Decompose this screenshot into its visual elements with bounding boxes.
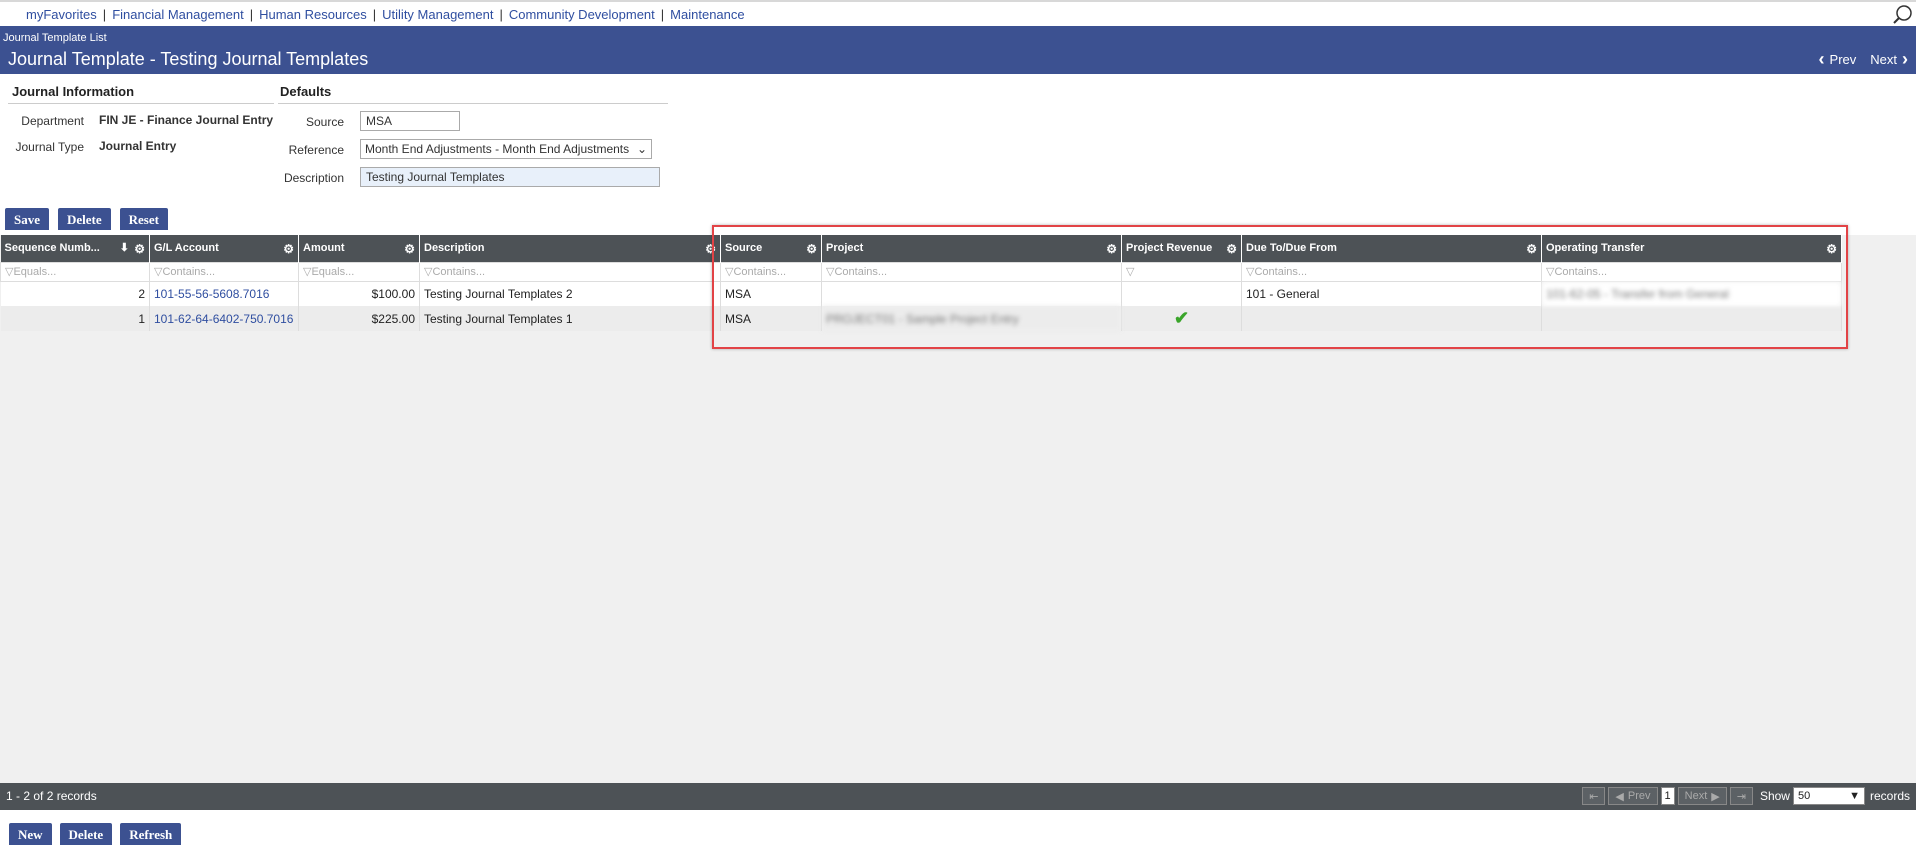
records-label: records [1869,789,1910,803]
highlight-box [712,225,1848,349]
cell-description: Testing Journal Templates 2 [419,281,721,306]
nav-myfavorites[interactable]: myFavorites [26,7,97,22]
cell-gl-account[interactable]: 101-62-64-6402-750.7016 [149,306,299,331]
cell-description: Testing Journal Templates 1 [419,306,721,331]
cell-gl-account[interactable]: 101-55-56-5608.7016 [149,281,299,306]
description-input[interactable]: Testing Journal Templates [360,167,660,187]
record-count: 1 - 2 of 2 records [6,789,97,803]
chevron-down-icon: ⌄ [636,142,647,156]
cell-sequence: 2 [0,281,150,306]
nav-maintenance[interactable]: Maintenance [670,7,744,22]
filter-amount[interactable]: ▽Equals... [298,261,420,282]
gear-icon[interactable]: ⚙ [134,242,145,256]
nav-community-development[interactable]: Community Development [509,7,655,22]
new-button[interactable]: New [9,823,52,845]
nav-financial-management[interactable]: Financial Management [112,7,244,22]
refresh-button[interactable]: Refresh [120,823,182,845]
gear-icon[interactable]: ⚙ [404,242,415,256]
prev-page-button[interactable]: ◀ Prev [1608,787,1658,805]
grid-footer: 1 - 2 of 2 records ⇤ ◀ Prev 1 Next ▶ ⇥ Sho… [0,783,1916,810]
page-title: Journal Template - Testing Journal Templ… [8,49,369,69]
nav-human-resources[interactable]: Human Resources [259,7,367,22]
page-number[interactable]: 1 [1660,787,1675,805]
filter-sequence[interactable]: ▽Equals... [0,261,150,282]
record-pager: ‹ Prev Next › [1809,50,1908,68]
show-label: Show [1759,789,1790,803]
action-buttons: Save Delete Reset [5,208,168,230]
save-button[interactable]: Save [5,208,49,230]
delete-button[interactable]: Delete [59,823,113,845]
source-label: Source [305,115,344,129]
column-header-description[interactable]: Description ⚙ [419,235,721,262]
description-label: Description [283,171,344,185]
journal-type-value: Journal Entry [99,139,177,153]
sort-down-icon[interactable]: ⬇ [120,241,129,254]
nav-utility-management[interactable]: Utility Management [382,7,493,22]
journal-information-heading: Journal Information [8,76,274,104]
column-header-gl-account[interactable]: G/L Account ⚙ [149,235,299,262]
page-size-select[interactable]: 50 ▼ [1792,787,1865,805]
triangle-right-icon: ▶ [1711,790,1720,803]
chevron-right-icon: › [1902,49,1908,69]
cell-sequence: 1 [0,306,150,331]
cell-amount: $100.00 [298,281,420,306]
triangle-left-icon: ◀ [1615,790,1624,803]
reference-select[interactable]: Month End Adjustments - Month End Adjust… [360,139,652,159]
journal-type-label: Journal Type [15,140,85,154]
department-label: Department [21,114,84,128]
department-value: FIN JE - Finance Journal Entry [99,113,274,127]
filter-gl-account[interactable]: ▽Contains... [149,261,299,282]
column-header-sequence[interactable]: Sequence Numb... ⬇ ⚙ [0,235,150,262]
last-page-icon: ⇥ [1736,790,1746,803]
delete-button[interactable]: Delete [58,208,111,230]
bottom-action-buttons: New Delete Refresh [9,823,182,845]
chevron-left-icon: ‹ [1818,49,1825,69]
defaults-heading: Defaults [278,76,668,104]
next-record-button[interactable]: Next › [1870,50,1908,68]
chevron-down-icon: ▼ [1849,790,1860,802]
first-page-icon: ⇤ [1589,790,1599,803]
top-navigation: myFavorites | Financial Management | Human R… [0,0,1916,26]
prev-record-button[interactable]: ‹ Prev [1819,50,1857,68]
next-page-button[interactable]: Next ▶ [1677,787,1727,805]
reset-button[interactable]: Reset [119,208,168,230]
filter-description[interactable]: ▽Contains... [419,261,721,282]
source-input[interactable]: MSA [360,111,460,131]
grid-pager: ⇤ ◀ Prev 1 Next ▶ ⇥ Show 50 ▼ records [1582,787,1910,805]
search-icon[interactable] [1892,3,1914,25]
reference-label: Reference [288,143,344,157]
gear-icon[interactable]: ⚙ [283,242,294,256]
last-page-button[interactable]: ⇥ [1729,787,1753,805]
page-header: Journal Template List Journal Template -… [0,26,1916,74]
first-page-button[interactable]: ⇤ [1582,787,1606,805]
cell-amount: $225.00 [298,306,420,331]
column-header-amount[interactable]: Amount ⚙ [298,235,420,262]
breadcrumb[interactable]: Journal Template List [3,32,107,44]
